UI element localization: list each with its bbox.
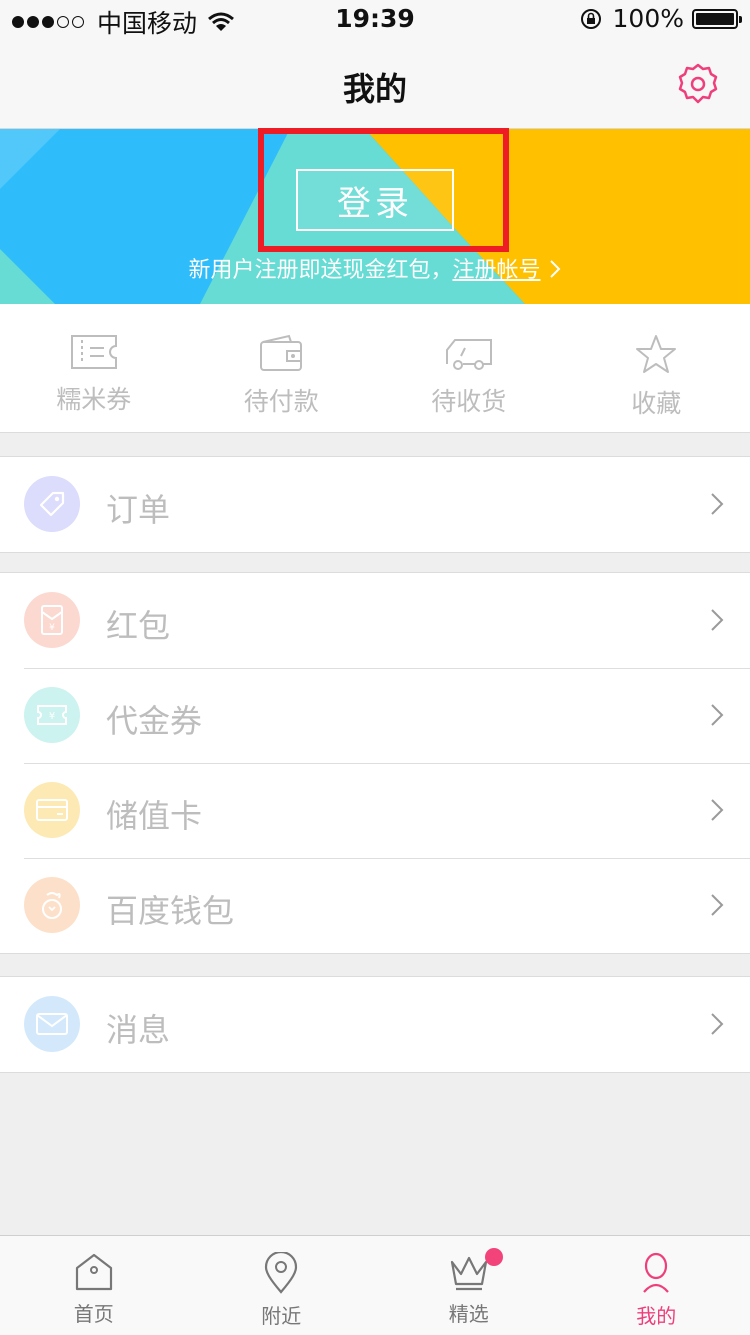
menu-row-baidu-wallet[interactable]: 百度钱包 xyxy=(0,858,750,953)
messages-group: 消息 xyxy=(0,976,750,1073)
chevron-right-icon xyxy=(710,703,724,727)
tag-icon xyxy=(24,476,80,532)
tab-label: 附近 xyxy=(261,1300,301,1329)
tab-nearby[interactable]: 附近 xyxy=(188,1236,376,1335)
location-pin-icon xyxy=(263,1252,299,1294)
chevron-right-icon xyxy=(710,608,724,632)
tab-label: 我的 xyxy=(636,1300,676,1329)
order-shortcuts: 糯米券 待付款 待收货 收藏 xyxy=(0,304,750,433)
home-icon xyxy=(73,1252,115,1292)
shortcut-pending-payment[interactable]: 待付款 xyxy=(188,304,376,432)
status-bar: 中国移动 19:39 100% xyxy=(0,0,750,40)
svg-text:¥: ¥ xyxy=(49,623,55,633)
shortcut-label: 糯米券 xyxy=(56,380,131,416)
star-icon xyxy=(635,334,677,374)
gear-icon[interactable] xyxy=(676,62,720,106)
annotation-highlight-box xyxy=(258,128,509,252)
battery-area: 100% xyxy=(579,4,738,33)
shortcut-label: 收藏 xyxy=(631,384,681,420)
menu-row-voucher[interactable]: ¥ 代金券 xyxy=(0,668,750,763)
wallet-group: ¥ 红包 ¥ 代金券 储值卡 xyxy=(0,572,750,954)
tab-bar: 首页 附近 精选 我的 xyxy=(0,1235,750,1335)
notification-badge xyxy=(485,1248,503,1266)
battery-percent: 100% xyxy=(613,4,684,33)
ticket-icon xyxy=(70,334,118,370)
tab-mine[interactable]: 我的 xyxy=(563,1236,750,1335)
menu-label: 消息 xyxy=(106,1005,170,1051)
promo-text: 新用户注册即送现金红包， xyxy=(188,258,452,283)
card-icon xyxy=(24,782,80,838)
envelope-icon xyxy=(24,996,80,1052)
tab-label: 首页 xyxy=(74,1298,114,1327)
svg-text:¥: ¥ xyxy=(49,711,55,722)
menu-label: 订单 xyxy=(106,485,170,531)
menu-row-stored-card[interactable]: 储值卡 xyxy=(0,763,750,858)
menu-row-red-packet[interactable]: ¥ 红包 xyxy=(0,573,750,668)
truck-icon xyxy=(445,334,493,372)
chevron-right-icon xyxy=(710,492,724,516)
page-title: 我的 xyxy=(0,64,750,110)
navigation-bar: 我的 xyxy=(0,40,750,129)
tab-label: 精选 xyxy=(449,1298,489,1327)
chevron-right-icon xyxy=(710,1012,724,1036)
tab-home[interactable]: 首页 xyxy=(0,1236,188,1335)
shortcut-label: 待付款 xyxy=(244,382,319,418)
tab-featured[interactable]: 精选 xyxy=(375,1236,563,1335)
rotation-lock-icon xyxy=(579,7,603,31)
chevron-right-icon xyxy=(710,893,724,917)
register-link[interactable]: 注册帐号 xyxy=(453,258,541,283)
register-promo: 新用户注册即送现金红包，注册帐号 xyxy=(0,252,750,284)
menu-label: 代金券 xyxy=(106,696,202,742)
chevron-right-icon xyxy=(548,259,562,279)
crown-icon xyxy=(448,1252,490,1292)
menu-row-orders[interactable]: 订单 xyxy=(0,457,750,552)
menu-label: 红包 xyxy=(106,601,170,647)
red-envelope-icon: ¥ xyxy=(24,592,80,648)
money-bag-icon xyxy=(24,877,80,933)
shortcut-label: 待收货 xyxy=(431,382,506,418)
battery-icon xyxy=(692,9,738,29)
menu-label: 储值卡 xyxy=(106,791,202,837)
menu-label: 百度钱包 xyxy=(106,886,234,932)
menu-row-messages[interactable]: 消息 xyxy=(0,977,750,1072)
coupon-icon: ¥ xyxy=(24,687,80,743)
shortcut-coupons[interactable]: 糯米券 xyxy=(0,304,188,432)
shortcut-pending-delivery[interactable]: 待收货 xyxy=(375,304,563,432)
shortcut-favorites[interactable]: 收藏 xyxy=(563,304,750,432)
chevron-right-icon xyxy=(710,798,724,822)
profile-icon xyxy=(638,1252,674,1294)
orders-group: 订单 xyxy=(0,456,750,553)
wallet-icon xyxy=(259,334,303,372)
